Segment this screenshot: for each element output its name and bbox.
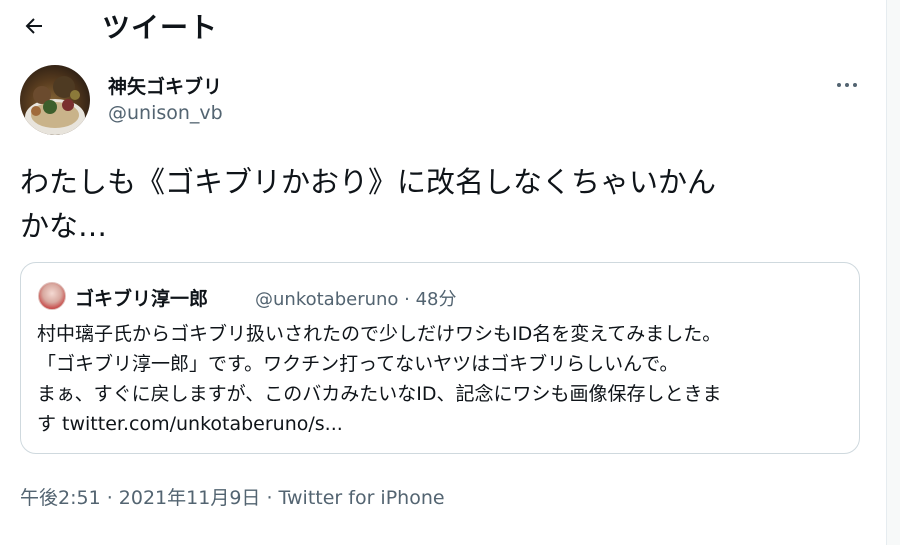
- quoted-text-line: まぁ、すぐに戻しますが、このバカみたいなID、記念にワシも画像保存しときま: [37, 383, 722, 405]
- quoted-text-line: 「ゴキブリ淳一郎」です。ワクチン打ってないヤツはゴキブリらしいんで。: [37, 353, 679, 375]
- author-name[interactable]: 神矢ゴキブリ: [108, 72, 222, 99]
- quoted-text-line: す twitter.com/unkotaberuno/s...: [37, 413, 343, 435]
- tweet-text: わたしも《ゴキブリかおり》に改名しなくちゃいかん かな…: [20, 160, 850, 248]
- tweet-time-link[interactable]: 午後2:51: [20, 487, 101, 509]
- quoted-author-meta: @unkotaberuno · 48分: [255, 289, 457, 310]
- quoted-tweet-text: 村中璃子氏からゴキブリ扱いされたので少しだけワシもID名を変えてみました。 「ゴ…: [37, 319, 849, 439]
- back-button[interactable]: [14, 6, 54, 46]
- separator: ·: [260, 487, 279, 509]
- tweet-source-link[interactable]: Twitter for iPhone: [279, 487, 445, 509]
- tweet-page: ツイート 神矢ゴキブリ @unison_vb わたしも《ゴキブリかおり》に改名し…: [0, 0, 900, 545]
- separator: ·: [100, 487, 119, 509]
- tweet-text-line: わたしも《ゴキブリかおり》に改名しなくちゃいかん: [20, 165, 717, 199]
- tweet-date-link[interactable]: 2021年11月9日: [119, 487, 261, 509]
- author-handle[interactable]: @unison_vb: [108, 102, 223, 124]
- arrow-left-icon: [25, 18, 42, 34]
- more-dots-icon: [837, 83, 857, 87]
- quoted-tweet-card[interactable]: ゴキブリ淳一郎 @unkotaberuno · 48分 村中璃子氏からゴキブリ扱…: [20, 262, 860, 454]
- page-title: ツイート: [102, 11, 219, 44]
- tweet-text-line: かな…: [20, 209, 108, 243]
- quoted-author-name: ゴキブリ淳一郎: [75, 288, 209, 310]
- avatar-image: [25, 76, 85, 135]
- header-bar: ツイート: [0, 0, 886, 54]
- right-panel-edge: [886, 0, 900, 545]
- author-avatar[interactable]: [20, 65, 90, 135]
- tweet-timestamp: 午後2:51 · 2021年11月9日 · Twitter for iPhone: [20, 483, 445, 510]
- quoted-text-line: 村中璃子氏からゴキブリ扱いされたので少しだけワシもID名を変えてみました。: [37, 323, 722, 345]
- quoted-author-avatar: [38, 282, 66, 310]
- more-options-button[interactable]: [830, 70, 864, 100]
